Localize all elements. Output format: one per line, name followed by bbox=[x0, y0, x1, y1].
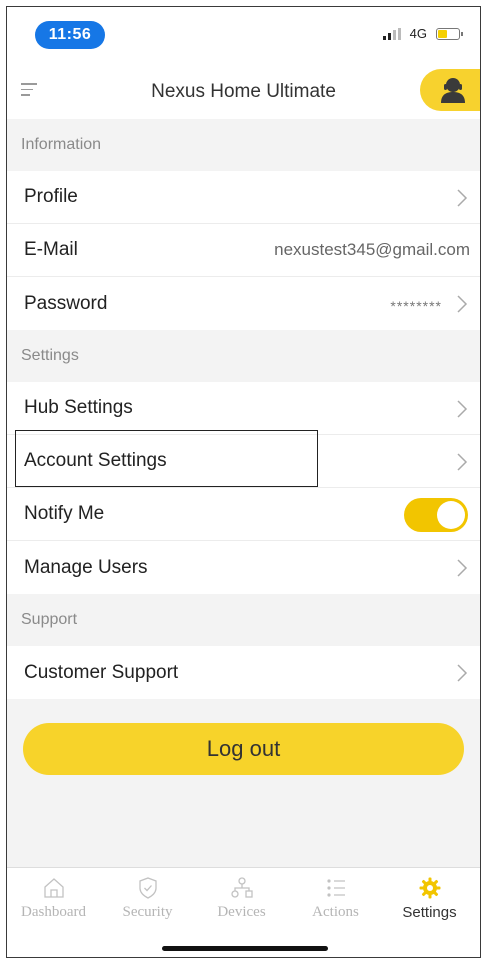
bottom-tab-bar: Dashboard Security Devices Actions Setti… bbox=[7, 867, 480, 957]
account-settings-row[interactable]: Account Settings bbox=[7, 430, 480, 488]
app-header: Nexus Home Ultimate bbox=[7, 61, 480, 119]
hub-settings-label: Hub Settings bbox=[24, 397, 133, 418]
password-row[interactable]: Password ******** bbox=[7, 277, 480, 330]
home-icon bbox=[43, 878, 64, 898]
tab-security[interactable]: Security bbox=[101, 876, 194, 921]
support-group: Customer Support bbox=[7, 646, 480, 699]
battery-icon bbox=[436, 27, 463, 40]
notify-me-toggle[interactable] bbox=[404, 498, 468, 532]
phone-screen: 11:56 4G Nexus Home Ultimate Information… bbox=[6, 6, 481, 958]
settings-content: Information Profile E-Mail nexustest345@… bbox=[7, 119, 480, 867]
notify-me-row: Notify Me bbox=[7, 488, 480, 541]
chevron-right-icon bbox=[457, 453, 468, 471]
profile-row[interactable]: Profile bbox=[7, 171, 480, 224]
logout-area: Log out bbox=[7, 699, 480, 799]
status-time: 11:56 bbox=[35, 21, 105, 49]
status-indicators: 4G bbox=[382, 26, 463, 41]
profile-label: Profile bbox=[24, 186, 78, 207]
manage-users-label: Manage Users bbox=[24, 556, 148, 578]
devices-icon bbox=[230, 877, 253, 898]
password-label: Password bbox=[24, 292, 108, 314]
account-settings-label: Account Settings bbox=[24, 450, 167, 471]
tab-settings[interactable]: Settings bbox=[383, 876, 476, 921]
network-type: 4G bbox=[409, 26, 427, 41]
chevron-right-icon bbox=[457, 400, 468, 418]
section-heading-information: Information bbox=[7, 119, 480, 171]
list-icon bbox=[326, 879, 345, 897]
toggle-knob bbox=[437, 501, 465, 529]
password-value: ******** bbox=[390, 298, 442, 314]
tab-devices[interactable]: Devices bbox=[195, 876, 288, 921]
chevron-right-icon bbox=[457, 559, 468, 577]
gear-icon bbox=[419, 877, 440, 899]
email-label: E-Mail bbox=[24, 239, 78, 260]
tab-label: Settings bbox=[402, 904, 457, 921]
chevron-right-icon bbox=[457, 189, 468, 207]
signal-icon bbox=[382, 27, 401, 40]
tab-label: Dashboard bbox=[21, 904, 86, 920]
user-avatar-icon bbox=[441, 78, 465, 103]
email-value: nexustest345@gmail.com bbox=[274, 240, 470, 259]
avatar-button[interactable] bbox=[420, 69, 480, 111]
home-indicator[interactable] bbox=[162, 946, 328, 951]
customer-support-label: Customer Support bbox=[24, 661, 179, 683]
tab-label: Actions bbox=[312, 904, 359, 920]
section-heading-settings: Settings bbox=[7, 330, 480, 382]
notify-me-label: Notify Me bbox=[24, 503, 105, 524]
tab-dashboard[interactable]: Dashboard bbox=[7, 876, 100, 921]
tab-actions[interactable]: Actions bbox=[289, 876, 382, 921]
section-heading-support: Support bbox=[7, 594, 480, 646]
chevron-right-icon bbox=[457, 664, 468, 682]
page-title: Nexus Home Ultimate bbox=[151, 81, 336, 102]
status-bar: 11:56 4G bbox=[7, 7, 480, 61]
tab-label: Security bbox=[122, 904, 173, 920]
settings-group: Hub Settings Account Settings Notify Me … bbox=[7, 382, 480, 594]
customer-support-row[interactable]: Customer Support bbox=[7, 646, 480, 699]
shield-icon bbox=[138, 877, 157, 899]
information-group: Profile E-Mail nexustest345@gmail.com Pa… bbox=[7, 171, 480, 330]
tab-label: Devices bbox=[217, 904, 266, 920]
email-row[interactable]: E-Mail nexustest345@gmail.com bbox=[7, 224, 480, 277]
hub-settings-row[interactable]: Hub Settings bbox=[7, 382, 480, 435]
logout-button[interactable]: Log out bbox=[23, 723, 464, 775]
manage-users-row[interactable]: Manage Users bbox=[7, 541, 480, 594]
chevron-right-icon bbox=[457, 295, 468, 313]
